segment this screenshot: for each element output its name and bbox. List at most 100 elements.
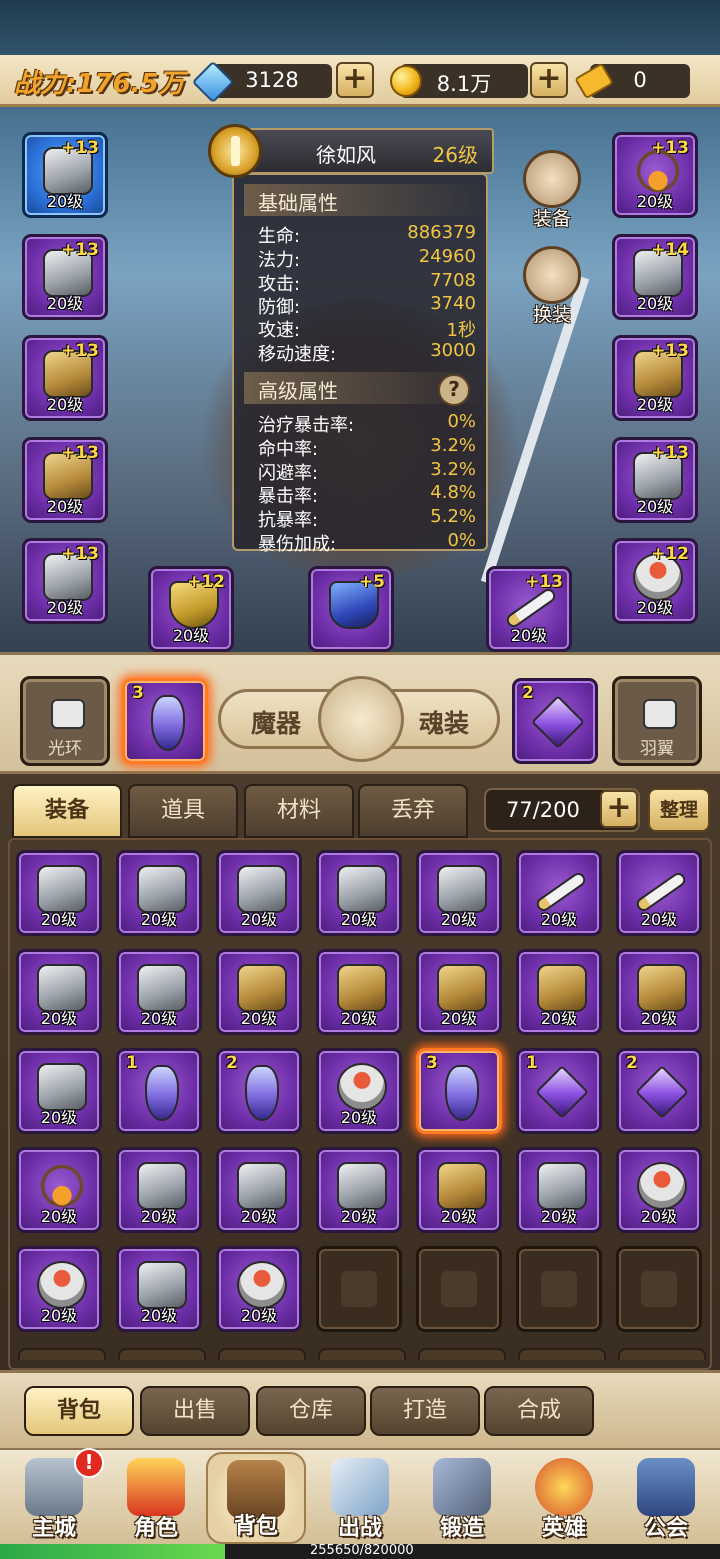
inventory-item[interactable]: 20级: [116, 1147, 202, 1233]
inventory-empty-slot[interactable]: [416, 1246, 502, 1332]
tab-combine[interactable]: 合成: [484, 1386, 594, 1436]
soul-gem-icon: [531, 695, 585, 749]
item-tier: 3: [132, 683, 144, 703]
tab-equipment[interactable]: 装备: [12, 784, 122, 838]
equip-slot-helmet[interactable]: +13 20级: [22, 132, 108, 218]
swap-icon: [523, 246, 581, 304]
equip-slot-shield[interactable]: +12 20级: [148, 566, 234, 652]
inventory-item[interactable]: 20级: [16, 1147, 102, 1233]
soul-gear-slot[interactable]: 2: [512, 678, 598, 764]
attr-value: 0%: [447, 530, 476, 551]
inventory-item[interactable]: 1: [516, 1048, 602, 1134]
inventory-empty-slot[interactable]: [516, 1246, 602, 1332]
equip-slot-gauntlet[interactable]: +13 20级: [612, 437, 698, 523]
inventory-item[interactable]: 20级: [316, 949, 402, 1035]
inventory-item[interactable]: 2: [216, 1048, 302, 1134]
nav-character[interactable]: 角色: [106, 1452, 206, 1544]
inventory-item[interactable]: 20级: [16, 949, 102, 1035]
equip-icon: [523, 150, 581, 208]
inventory-item[interactable]: 20级: [216, 1246, 302, 1332]
expand-capacity-button[interactable]: +: [600, 790, 638, 828]
nav-battle[interactable]: 出战: [310, 1452, 410, 1544]
item-level: 20级: [46, 598, 84, 617]
tab-forge[interactable]: 打造: [370, 1386, 480, 1436]
tab-sell[interactable]: 出售: [140, 1386, 250, 1436]
inventory-item[interactable]: 20级: [416, 949, 502, 1035]
add-gems-button[interactable]: +: [336, 62, 374, 98]
item-level: 20级: [172, 626, 210, 645]
equip-slot-boots[interactable]: +13 20级: [22, 538, 108, 624]
attr-row: 生命: 886379: [258, 222, 476, 247]
sort-button[interactable]: 整理: [648, 788, 710, 832]
inventory-item[interactable]: 20级: [616, 949, 702, 1035]
magic-artifact-slot[interactable]: 3: [122, 678, 208, 764]
inventory-item[interactable]: 20级: [216, 850, 302, 936]
experience-text: 255650/820000: [310, 1543, 414, 1558]
nav-guild[interactable]: 公会: [616, 1452, 716, 1544]
inventory-item[interactable]: 20级: [16, 850, 102, 936]
attr-row: 暴伤加成: 0%: [258, 530, 476, 555]
inventory-item[interactable]: 20级: [416, 850, 502, 936]
inventory-item[interactable]: 20级: [416, 1147, 502, 1233]
nav-backpack[interactable]: 背包: [206, 1452, 306, 1544]
item-level: 20级: [240, 910, 278, 929]
inventory-item[interactable]: 20级: [616, 850, 702, 936]
inventory-empty-slot[interactable]: [616, 1246, 702, 1332]
attr-value: 4.8%: [430, 482, 476, 503]
attr-label: 暴击率:: [258, 486, 319, 507]
item-level: 20级: [240, 1009, 278, 1028]
equip-slot-necklace[interactable]: +13 20级: [612, 132, 698, 218]
equip-slot-bracer[interactable]: +13 20级: [612, 335, 698, 421]
inventory-empty-slot[interactable]: [316, 1246, 402, 1332]
inventory-item[interactable]: 20级: [116, 949, 202, 1035]
tab-discard[interactable]: 丢弃: [358, 784, 468, 838]
equip-button[interactable]: 装备: [514, 150, 590, 231]
inventory-item[interactable]: 20级: [16, 1048, 102, 1134]
tab-materials[interactable]: 材料: [244, 784, 354, 838]
inventory-item[interactable]: 1: [116, 1048, 202, 1134]
inventory-item[interactable]: 20级: [216, 949, 302, 1035]
tab-warehouse[interactable]: 仓库: [256, 1386, 366, 1436]
inventory-item[interactable]: 3: [416, 1048, 502, 1134]
resource-bar: 战力:176.5万 3128 + 8.1万 + 0: [0, 55, 720, 107]
equip-slot-chest[interactable]: +13 20级: [22, 234, 108, 320]
equip-slot-shoulder[interactable]: +14 20级: [612, 234, 698, 320]
enhance-level: +13: [651, 443, 689, 463]
equip-slot-ring[interactable]: +12 20级: [612, 538, 698, 624]
inventory-item[interactable]: 20级: [516, 1147, 602, 1233]
nav-label: 角色: [133, 1516, 178, 1541]
add-gold-button[interactable]: +: [530, 62, 568, 98]
inventory-item[interactable]: 2: [616, 1048, 702, 1134]
attr-value: 5.2%: [430, 506, 476, 527]
inventory-item[interactable]: 20级: [316, 1048, 402, 1134]
inventory-item[interactable]: 20级: [316, 850, 402, 936]
item-level: 20级: [140, 1306, 178, 1325]
locked-wings-slot[interactable]: 羽翼: [612, 676, 702, 766]
attr-label: 命中率:: [258, 439, 319, 460]
equip-slot-pants[interactable]: +13 20级: [22, 437, 108, 523]
tab-backpack[interactable]: 背包: [24, 1386, 134, 1436]
tab-items[interactable]: 道具: [128, 784, 238, 838]
item-tier: 1: [126, 1053, 138, 1073]
equip-slot-weapon[interactable]: +13 20级: [486, 566, 572, 652]
nav-forge[interactable]: 锻造: [412, 1452, 512, 1544]
swap-outfit-button[interactable]: 换装: [514, 246, 590, 327]
inventory-item[interactable]: 20级: [116, 1246, 202, 1332]
inventory-item[interactable]: 20级: [116, 850, 202, 936]
inventory-item[interactable]: 20级: [516, 850, 602, 936]
inventory-item[interactable]: 20级: [216, 1147, 302, 1233]
inventory-row-peek: [418, 1348, 506, 1360]
nav-label: 背包: [233, 1514, 278, 1539]
inventory-row-peek: [618, 1348, 706, 1360]
halo-label: 光环: [48, 739, 82, 759]
inventory-item[interactable]: 20级: [316, 1147, 402, 1233]
inventory-item[interactable]: 20级: [16, 1246, 102, 1332]
locked-halo-slot[interactable]: 光环: [20, 676, 110, 766]
equip-slot-belt[interactable]: +13 20级: [22, 335, 108, 421]
inventory-item[interactable]: 20级: [616, 1147, 702, 1233]
help-icon[interactable]: ?: [438, 374, 470, 406]
enhance-level: +12: [187, 572, 225, 592]
nav-heroes[interactable]: 英雄: [514, 1452, 614, 1544]
equip-slot-trophy[interactable]: +5: [308, 566, 394, 652]
inventory-item[interactable]: 20级: [516, 949, 602, 1035]
